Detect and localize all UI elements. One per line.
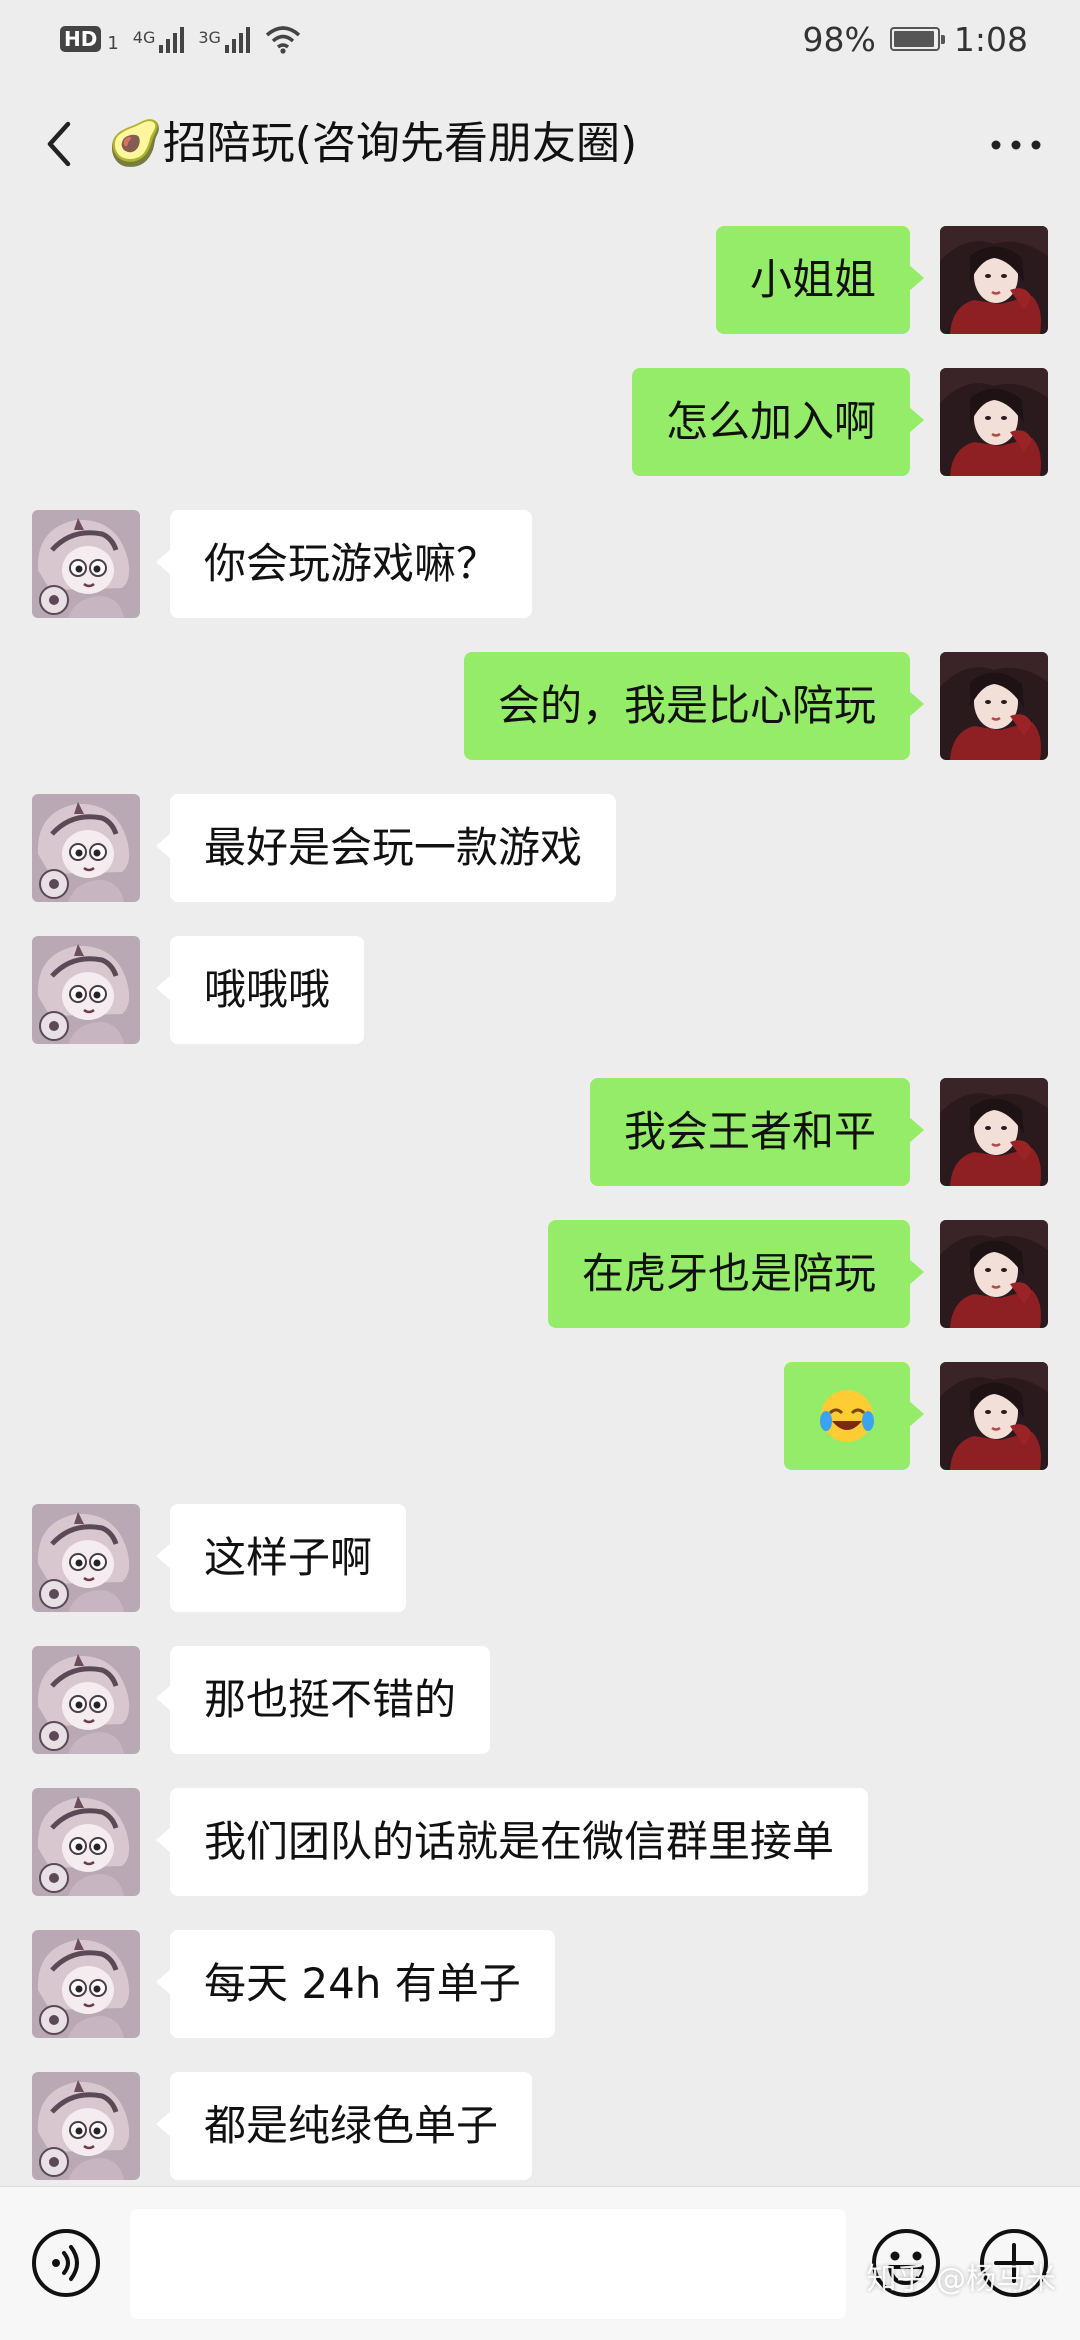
message-bubble[interactable]: 每天 24h 有单子 [156,1930,555,2038]
watermark: 知乎 @杨马米 [866,2262,1056,2297]
emoji-message-bubble[interactable] [784,1362,924,1470]
message-bubble[interactable]: 都是纯绿色单子 [155,2072,533,2180]
message-row [0,1362,1080,1472]
message-row: 我会王者和平 [0,1078,1080,1188]
message-input[interactable] [130,2209,846,2319]
voice-icon[interactable] [30,2227,102,2299]
contact-avatar[interactable] [32,1788,140,1896]
message-row: 都是纯绿色单子 [0,2072,1080,2182]
message-bubble[interactable]: 最好是会玩一款游戏 [155,794,617,902]
message-row: 我们团队的话就是在微信群里接单 [0,1788,1080,1898]
crying-laughing-emoji-icon [820,1390,874,1442]
contact-avatar[interactable] [32,1930,140,2038]
message-bubble[interactable]: 这样子啊 [155,1504,407,1612]
message-row: 会的，我是比心陪玩 [0,652,1080,762]
clock: 1:08 [953,19,1028,59]
battery-icon [889,27,945,51]
message-row: 这样子啊 [0,1504,1080,1614]
self-avatar[interactable] [940,1220,1048,1328]
contact-avatar[interactable] [32,1504,140,1612]
message-row: 那也挺不错的 [0,1646,1080,1756]
message-row: 哦哦哦 [0,936,1080,1046]
message-bubble[interactable]: 小姐姐 [715,226,925,334]
message-bubble[interactable]: 在虎牙也是陪玩 [547,1220,925,1328]
chevron-left-icon[interactable] [32,114,92,174]
message-bubble[interactable]: 我会王者和平 [589,1078,925,1186]
self-avatar[interactable] [940,368,1048,476]
signal-icon-2 [224,25,250,53]
signal-icon [159,25,185,53]
message-row: 在虎牙也是陪玩 [0,1220,1080,1330]
message-bubble[interactable]: 怎么加入啊 [631,368,925,476]
status-right: 98% 1:08 [803,20,1028,59]
chat-header: 🥑招陪玩(咨询先看朋友圈) [0,78,1080,212]
wifi-icon [265,26,301,54]
message-bubble[interactable]: 哦哦哦 [155,936,365,1044]
message-bubble[interactable]: 那也挺不错的 [155,1646,491,1754]
message-bubble[interactable]: 你会玩游戏嘛？ [155,510,533,618]
message-row: 小姐姐 [0,226,1080,336]
message-row: 最好是会玩一款游戏 [0,794,1080,904]
self-avatar[interactable] [940,652,1048,760]
contact-avatar[interactable] [32,1646,140,1754]
status-left: HD 1 4G 3G [60,24,302,54]
message-row: 怎么加入啊 [0,368,1080,478]
chat-title: 🥑招陪玩(咨询先看朋友圈) [108,118,638,169]
sim-number: 1 [107,33,119,54]
self-avatar[interactable] [940,1362,1048,1470]
self-avatar[interactable] [940,226,1048,334]
contact-avatar[interactable] [32,2072,140,2180]
message-bubble[interactable]: 我们团队的话就是在微信群里接单 [155,1788,869,1896]
contact-avatar[interactable] [32,794,140,902]
message-bubble[interactable]: 会的，我是比心陪玩 [463,652,925,760]
more-dots-icon[interactable] [986,120,1046,170]
contact-avatar[interactable] [32,510,140,618]
battery-percent: 98% [802,19,876,59]
hd-badge: HD [60,26,102,52]
contact-avatar[interactable] [32,936,140,1044]
network-label-2: 3G [198,28,221,47]
message-row: 你会玩游戏嘛？ [0,510,1080,620]
self-avatar[interactable] [940,1078,1048,1186]
status-bar: HD 1 4G 3G 98% 1:08 [0,0,1080,78]
message-row: 每天 24h 有单子 [0,1930,1080,2040]
network-label-1: 4G [132,28,156,47]
